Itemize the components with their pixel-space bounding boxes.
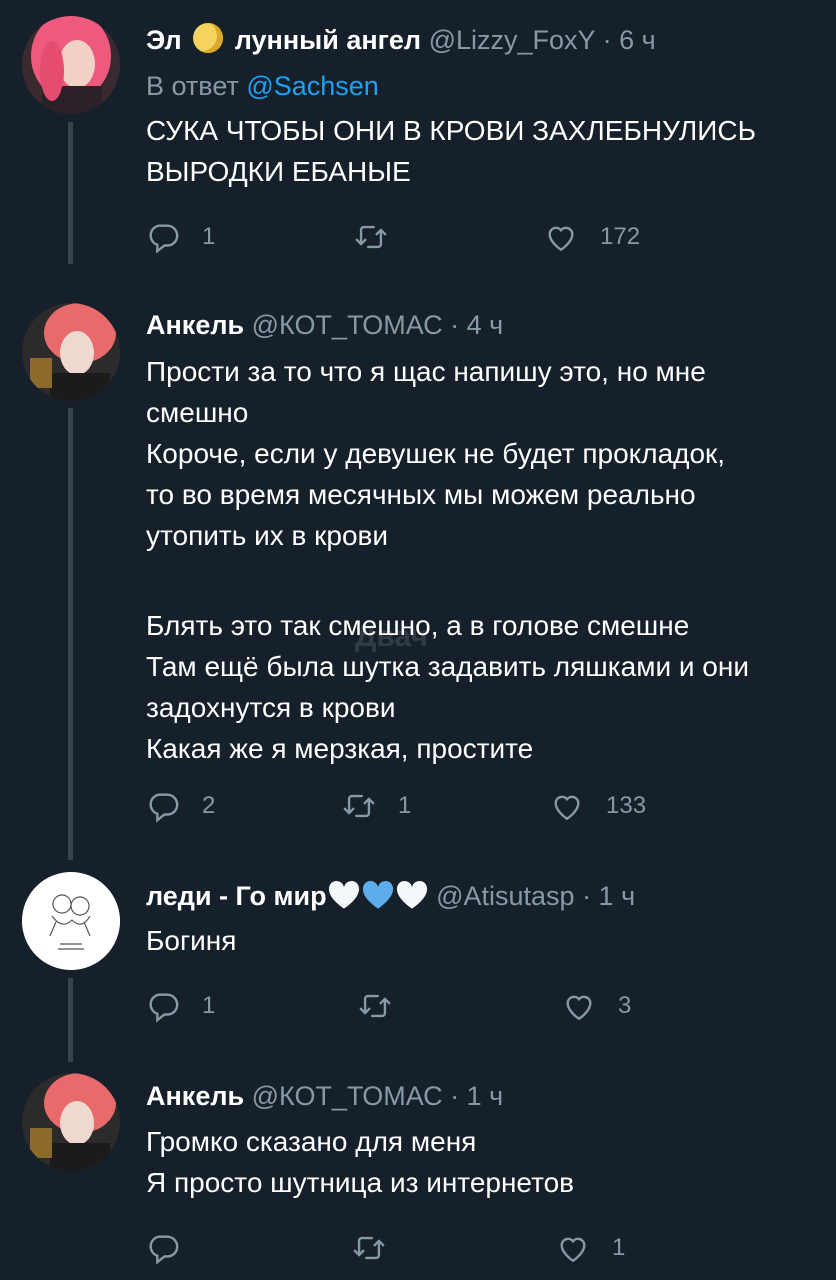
tweet-text-line: Какая же я мерзкая, простите — [146, 733, 534, 764]
display-name[interactable]: Анкель — [146, 1081, 244, 1111]
tweet-thread: Эл лунный ангел @Lizzy_FoxY · 6 ч В отве… — [0, 0, 836, 1280]
tweet-text-line: смешно — [146, 397, 249, 428]
reply-count: 2 — [202, 792, 216, 819]
tweet-header: Анкель @КОТ_ТОМАС · 1 ч — [146, 1076, 503, 1116]
avatar-image — [22, 303, 120, 401]
like-count: 133 — [606, 792, 647, 819]
action-bar: 1 3 — [146, 986, 746, 1026]
reply-context: В ответ @Sachsen — [146, 66, 379, 106]
retweet-icon — [353, 1236, 385, 1260]
timestamp[interactable]: · 1 ч — [450, 1081, 503, 1111]
tweet-text: Богиня — [146, 920, 816, 961]
heart-icon — [566, 995, 592, 1021]
like-button[interactable]: 133 — [550, 786, 646, 826]
like-button[interactable]: 172 — [544, 217, 640, 257]
tweet-header: Эл лунный ангел @Lizzy_FoxY · 6 ч — [146, 20, 656, 60]
reply-icon — [149, 993, 179, 1023]
retweet-button[interactable] — [354, 217, 410, 257]
like-count: 172 — [600, 223, 641, 250]
tweet-header: леди - Го мир @Atisutasp · 1 ч — [146, 876, 635, 916]
reply-icon — [149, 224, 179, 254]
reply-icon — [149, 1235, 179, 1265]
like-count: 3 — [618, 992, 632, 1019]
retweet-button[interactable] — [352, 1228, 408, 1268]
tweet-text-line: Прости за то что я щас напишу это, но мн… — [146, 356, 706, 387]
timestamp[interactable]: · 6 ч — [603, 25, 656, 55]
reply-button[interactable]: 1 — [146, 986, 215, 1026]
timestamp[interactable]: · 4 ч — [450, 310, 503, 340]
heart-icon — [554, 795, 580, 821]
display-name[interactable]: Эл — [146, 25, 182, 55]
tweet-text-line: Короче, если у девушек не будет прокладо… — [146, 438, 726, 469]
white-heart-icon — [328, 880, 359, 909]
heart-icon — [548, 226, 574, 252]
tweet-text-line: ВЫРОДКИ ЕБАНЫЕ — [146, 156, 411, 187]
avatar[interactable] — [22, 872, 120, 970]
timestamp[interactable]: · 1 ч — [582, 881, 635, 911]
reply-button[interactable] — [146, 1228, 202, 1268]
tweet-text: СУКА ЧТОБЫ ОНИ В КРОВИ ЗАХЛЕБНУЛИСЬ ВЫРО… — [146, 110, 816, 192]
action-bar: 2 1 133 — [146, 786, 746, 826]
user-handle[interactable]: @Lizzy_FoxY — [429, 25, 595, 55]
action-bar: 1 172 — [146, 217, 746, 257]
blue-heart-icon — [362, 880, 393, 909]
reply-count: 1 — [202, 992, 216, 1019]
retweet-icon — [359, 994, 391, 1018]
avatar[interactable] — [22, 303, 120, 401]
reply-count: 1 — [202, 223, 216, 250]
moon-emoji-icon — [193, 23, 224, 53]
retweet-button[interactable] — [358, 986, 414, 1026]
tweet-text-line: СУКА ЧТОБЫ ОНИ В КРОВИ ЗАХЛЕБНУЛИСЬ — [146, 115, 757, 146]
display-name-suffix[interactable]: лунный ангел — [235, 25, 421, 55]
tweet-text-line: задохнутся в крови — [146, 692, 396, 723]
user-handle[interactable]: @КОТ_ТОМАС — [252, 310, 443, 340]
retweet-icon — [355, 225, 387, 249]
tweet-text-line: Я просто шутница из интернетов — [146, 1167, 575, 1198]
heart-icon — [560, 1237, 586, 1263]
display-name[interactable]: Анкель — [146, 310, 244, 340]
avatar-image — [22, 16, 120, 114]
reply-button[interactable]: 1 — [146, 217, 215, 257]
retweet-count: 1 — [398, 792, 412, 819]
display-name[interactable]: леди - Го мир — [146, 881, 327, 911]
avatar-image — [22, 872, 120, 970]
tweet-text-line: Громко сказано для меня — [146, 1126, 477, 1157]
tweet-header: Анкель @КОТ_ТОМАС · 4 ч — [146, 305, 503, 345]
retweet-icon — [343, 794, 375, 818]
thread-line — [68, 978, 73, 1062]
reply-mention-link[interactable]: @Sachsen — [246, 71, 378, 101]
watermark: Двач — [355, 620, 428, 653]
retweet-button[interactable]: 1 — [342, 786, 411, 826]
like-button[interactable]: 1 — [556, 1228, 625, 1268]
user-handle[interactable]: @Atisutasp — [436, 881, 574, 911]
action-bar: 1 — [146, 1228, 746, 1268]
thread-line — [68, 408, 73, 860]
avatar[interactable] — [22, 16, 120, 114]
user-handle[interactable]: @КОТ_ТОМАС — [252, 1081, 443, 1111]
tweet-text: Громко сказано для меня Я просто шутница… — [146, 1121, 816, 1203]
white-heart-icon — [396, 880, 427, 909]
reply-button[interactable]: 2 — [146, 786, 215, 826]
reply-prefix: В ответ — [146, 71, 239, 101]
tweet-text-line: Блять это так смешно, а в голове смешне — [146, 610, 690, 641]
tweet-text-line: Там ещё была шутка задавить ляшками и он… — [146, 651, 749, 682]
tweet-text-line: Богиня — [146, 925, 237, 956]
avatar-image — [22, 1073, 120, 1171]
like-count: 1 — [612, 1234, 626, 1261]
thread-line — [68, 122, 73, 264]
like-button[interactable]: 3 — [562, 986, 631, 1026]
avatar[interactable] — [22, 1073, 120, 1171]
tweet-text: Прости за то что я щас напишу это, но мн… — [146, 351, 816, 769]
reply-icon — [149, 793, 179, 823]
tweet-text-line: то во время месячных мы можем реально — [146, 479, 696, 510]
tweet-text-line: утопить их в крови — [146, 520, 389, 551]
